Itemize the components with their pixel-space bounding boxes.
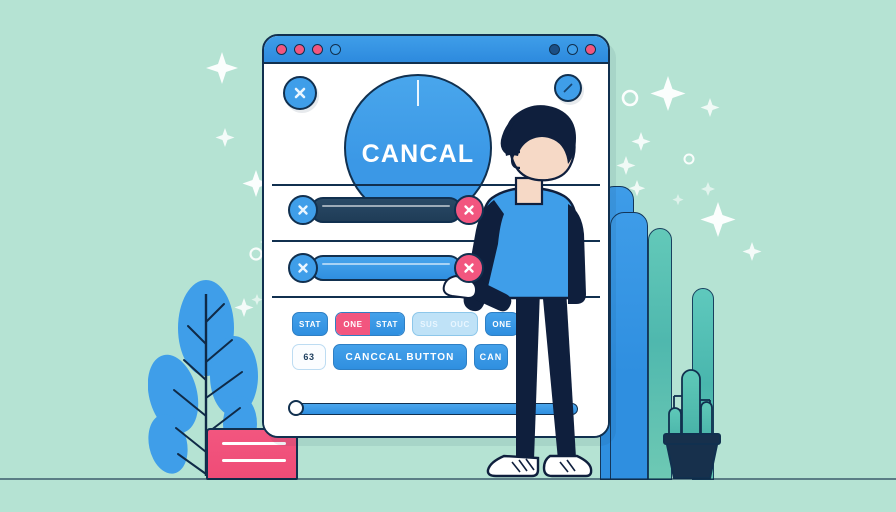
close-x-icon: [464, 263, 474, 273]
titlebar-dot-3[interactable]: [312, 43, 323, 55]
close-x-icon: [298, 263, 308, 273]
titlebar-dot-close[interactable]: [585, 43, 596, 55]
chip-stat-label: STAT: [298, 319, 322, 329]
close-circle-button[interactable]: [283, 76, 317, 110]
edit-circle-button[interactable]: [554, 74, 582, 102]
close-x-icon: [298, 205, 308, 215]
value-badge-label: 63: [303, 352, 315, 362]
value-badge[interactable]: 63: [292, 344, 326, 370]
illustration-stage: CANCAL STAT ONE STAT SUS OUC ONE 63 CANC…: [0, 0, 896, 512]
titlebar-dot-maximize[interactable]: [567, 43, 578, 55]
slider-one-left-knob[interactable]: [288, 195, 318, 225]
chip-one-stat[interactable]: ONE STAT: [335, 312, 405, 336]
standing-person: [420, 100, 620, 490]
dial-indicator-tick: [417, 80, 419, 106]
close-x-icon: [294, 87, 306, 99]
edit-pencil-icon: [563, 83, 573, 93]
chip-stat[interactable]: STAT: [292, 312, 328, 336]
bottom-slider-handle[interactable]: [288, 400, 304, 416]
ground-line: [0, 478, 896, 480]
slider-two-right-knob[interactable]: [454, 253, 484, 283]
titlebar-dot-1[interactable]: [276, 43, 287, 55]
slider-two-left-knob[interactable]: [288, 253, 318, 283]
titlebar-right-dots: [542, 43, 596, 55]
chip-one-segment[interactable]: ONE: [336, 313, 370, 335]
chip-one-label: ONE: [343, 319, 363, 329]
close-x-icon: [464, 205, 474, 215]
titlebar-dot-2[interactable]: [294, 43, 305, 55]
slider-one-right-knob[interactable]: [454, 195, 484, 225]
titlebar-dot-minimize[interactable]: [549, 43, 560, 55]
chip-stat-segment[interactable]: STAT: [370, 313, 404, 335]
potted-cactus: [660, 352, 724, 480]
titlebar-dot-4[interactable]: [330, 43, 341, 55]
window-titlebar[interactable]: [264, 36, 608, 64]
chip-stat2-label: STAT: [375, 319, 399, 329]
